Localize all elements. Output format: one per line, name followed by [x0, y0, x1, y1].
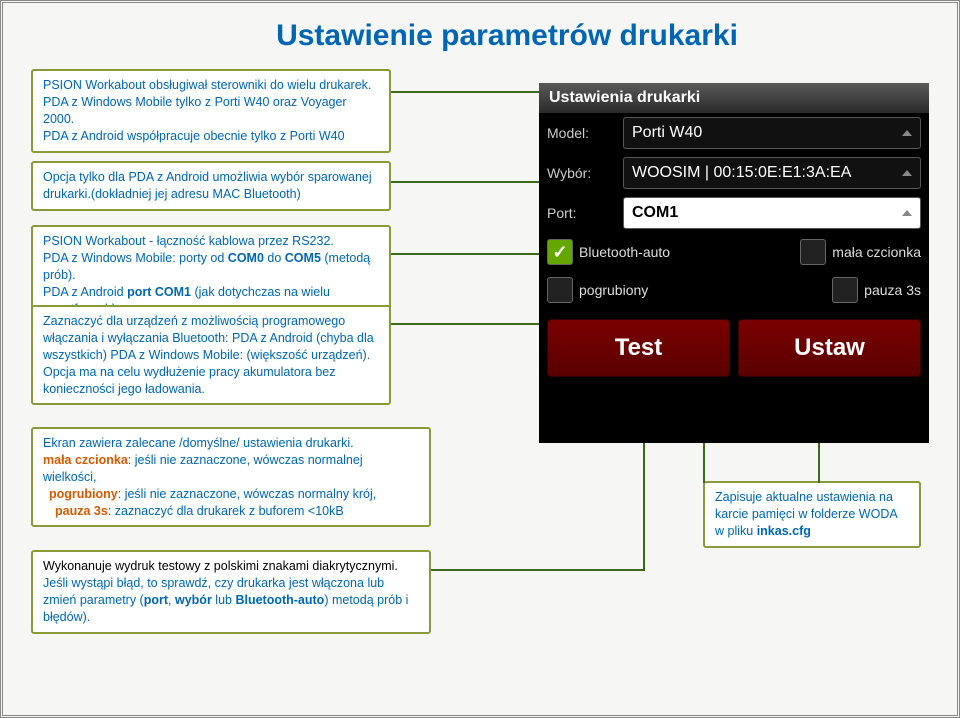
- t: PDA z Windows Mobile: porty od: [43, 251, 228, 265]
- label-port: Port:: [547, 205, 615, 221]
- row-check-2: pogrubiony pauza 3s: [539, 271, 929, 309]
- text: PDA z Windows Mobile: porty od COM0 do C…: [43, 251, 370, 282]
- label: mała czcionka: [832, 244, 921, 260]
- text: PDA z Android współpracuje obecnie tylko…: [43, 129, 345, 143]
- t: mała czcionka: [43, 453, 128, 467]
- check-pause[interactable]: pauza 3s: [832, 277, 921, 303]
- check-small-font[interactable]: mała czcionka: [800, 239, 921, 265]
- value: Porti W40: [632, 124, 702, 141]
- t: Bluetooth-auto: [235, 593, 324, 607]
- check-bold[interactable]: pogrubiony: [547, 277, 648, 303]
- t: mała czcionka: [43, 453, 128, 467]
- note-drivers: PSION Workabout obsługiwał sterowniki do…: [31, 69, 391, 153]
- text: Opcja tylko dla PDA z Android umożliwia …: [43, 170, 372, 201]
- row-port: Port: COM1: [539, 193, 929, 233]
- value: COM1: [632, 204, 678, 221]
- t: PDA z Android: [43, 285, 127, 299]
- t: pauza 3s: [55, 504, 108, 518]
- text: PSION Workabout obsługiwał sterowniki do…: [43, 78, 371, 92]
- t: COM0: [228, 251, 264, 265]
- field-model[interactable]: Porti W40: [623, 117, 921, 149]
- dropdown-caret-icon: [902, 130, 912, 136]
- field-port[interactable]: COM1: [623, 197, 921, 229]
- text: Wykonanuje wydruk testowy z polskimi zna…: [43, 559, 398, 573]
- t: pogrubiony: [49, 487, 118, 501]
- t: : jeśli nie zaznaczone, wówczas normalny…: [118, 487, 376, 501]
- set-button[interactable]: Ustaw: [738, 319, 921, 377]
- text: PDA z Windows Mobile tylko z Porti W40 o…: [43, 95, 347, 126]
- text: PSION Workabout - łączność kablowa przez…: [43, 234, 334, 248]
- t: COM5: [285, 251, 321, 265]
- text: Jeśli wystąpi błąd, to sprawdź, czy druk…: [43, 576, 408, 624]
- t: wybór: [175, 593, 212, 607]
- label: pogrubiony: [579, 282, 648, 298]
- text: Zaznaczyć dla urządzeń z możliwością pro…: [43, 314, 374, 396]
- t: port: [144, 593, 168, 607]
- label-model: Model:: [547, 125, 615, 141]
- check-bluetooth-auto[interactable]: Bluetooth-auto: [547, 239, 670, 265]
- label-choice: Wybór:: [547, 165, 615, 181]
- t: inkas.cfg: [757, 524, 811, 538]
- t: ,: [168, 593, 175, 607]
- value: WOOSIM | 00:15:0E:E1:3A:EA: [632, 164, 851, 181]
- checkbox-icon: [547, 239, 573, 265]
- t: pauza 3s: [55, 504, 108, 518]
- label: pauza 3s: [864, 282, 921, 298]
- note-save-settings: Zapisuje aktualne ustawienia na karcie p…: [703, 481, 921, 548]
- phone-screenshot: Ustawienia drukarki Model: Porti W40 Wyb…: [539, 83, 929, 443]
- row-choice: Wybór: WOOSIM | 00:15:0E:E1:3A:EA: [539, 153, 929, 193]
- button-row: Test Ustaw: [539, 309, 929, 385]
- dropdown-caret-icon: [902, 210, 912, 216]
- test-button[interactable]: Test: [547, 319, 730, 377]
- checkbox-icon: [800, 239, 826, 265]
- row-model: Model: Porti W40: [539, 113, 929, 153]
- t: : zaznaczyć dla drukarek z buforem <10kB: [108, 504, 344, 518]
- label: Bluetooth-auto: [579, 244, 670, 260]
- note-paired-printer: Opcja tylko dla PDA z Android umożliwia …: [31, 161, 391, 211]
- slide-title: Ustawienie parametrów drukarki: [247, 19, 767, 53]
- checkbox-icon: [547, 277, 573, 303]
- dropdown-caret-icon: [902, 170, 912, 176]
- note-bluetooth-auto: Zaznaczyć dla urządzeń z możliwością pro…: [31, 305, 391, 405]
- field-choice[interactable]: WOOSIM | 00:15:0E:E1:3A:EA: [623, 157, 921, 189]
- t: do: [264, 251, 285, 265]
- note-default-settings: Ekran zawiera zalecane /domyślne/ ustawi…: [31, 427, 431, 527]
- text: Ekran zawiera zalecane /domyślne/ ustawi…: [43, 436, 354, 450]
- phone-header: Ustawienia drukarki: [539, 83, 929, 113]
- note-test-print: Wykonanuje wydruk testowy z polskimi zna…: [31, 550, 431, 634]
- t: pogrubiony: [49, 487, 118, 501]
- t: port COM1: [127, 285, 191, 299]
- t: lub: [212, 593, 236, 607]
- checkbox-icon: [832, 277, 858, 303]
- row-check-1: Bluetooth-auto mała czcionka: [539, 233, 929, 271]
